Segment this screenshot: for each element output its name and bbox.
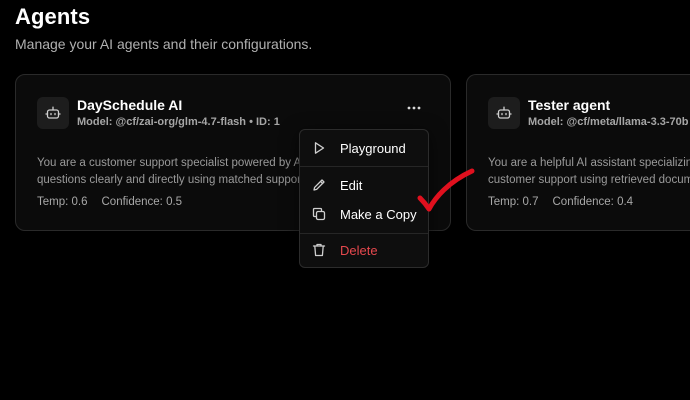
agent-confidence: Confidence: 0.5 <box>101 196 183 208</box>
menu-item-delete[interactable]: Delete <box>300 237 428 263</box>
agent-description: You are a helpful AI assistant specializ… <box>488 155 690 189</box>
agent-description-line: You are a helpful AI assistant specializ… <box>488 157 690 169</box>
trash-icon <box>312 243 326 257</box>
agent-stats: Temp: 0.6 Confidence: 0.5 <box>37 196 182 208</box>
bot-icon <box>37 97 69 129</box>
agent-card-tester[interactable]: Tester agent Model: @cf/meta/llama-3.3-7… <box>466 74 690 231</box>
play-icon <box>314 142 325 154</box>
agent-name: DaySchedule AI <box>77 97 183 113</box>
menu-item-label: Delete <box>340 242 378 258</box>
agent-stats: Temp: 0.7 Confidence: 0.4 <box>488 196 633 208</box>
agent-description-line: customer support using retrieved documen… <box>488 174 690 186</box>
checkmark-annotation <box>417 168 475 212</box>
agent-model: Model: @cf/meta/llama-3.3-70b <box>528 116 689 128</box>
bot-icon <box>488 97 520 129</box>
page-title: Agents <box>15 4 91 29</box>
menu-item-label: Edit <box>340 177 363 193</box>
menu-item-playground[interactable]: Playground <box>300 135 428 161</box>
agent-model: Model: @cf/zai-org/glm-4.7-flash • ID: 1 <box>77 116 280 128</box>
ellipsis-icon <box>407 106 421 110</box>
agent-name: Tester agent <box>528 97 611 113</box>
copy-icon <box>312 207 326 221</box>
pencil-icon <box>313 179 325 191</box>
agent-confidence: Confidence: 0.4 <box>552 196 634 208</box>
more-options-button[interactable] <box>400 97 428 119</box>
page-subtitle: Manage your AI agents and their configur… <box>15 36 313 52</box>
menu-item-label: Playground <box>340 140 406 156</box>
agents-page: Agents Manage your AI agents and their c… <box>0 0 690 400</box>
agent-temp: Temp: 0.6 <box>37 196 88 208</box>
menu-divider <box>300 233 428 234</box>
agent-temp: Temp: 0.7 <box>488 196 539 208</box>
